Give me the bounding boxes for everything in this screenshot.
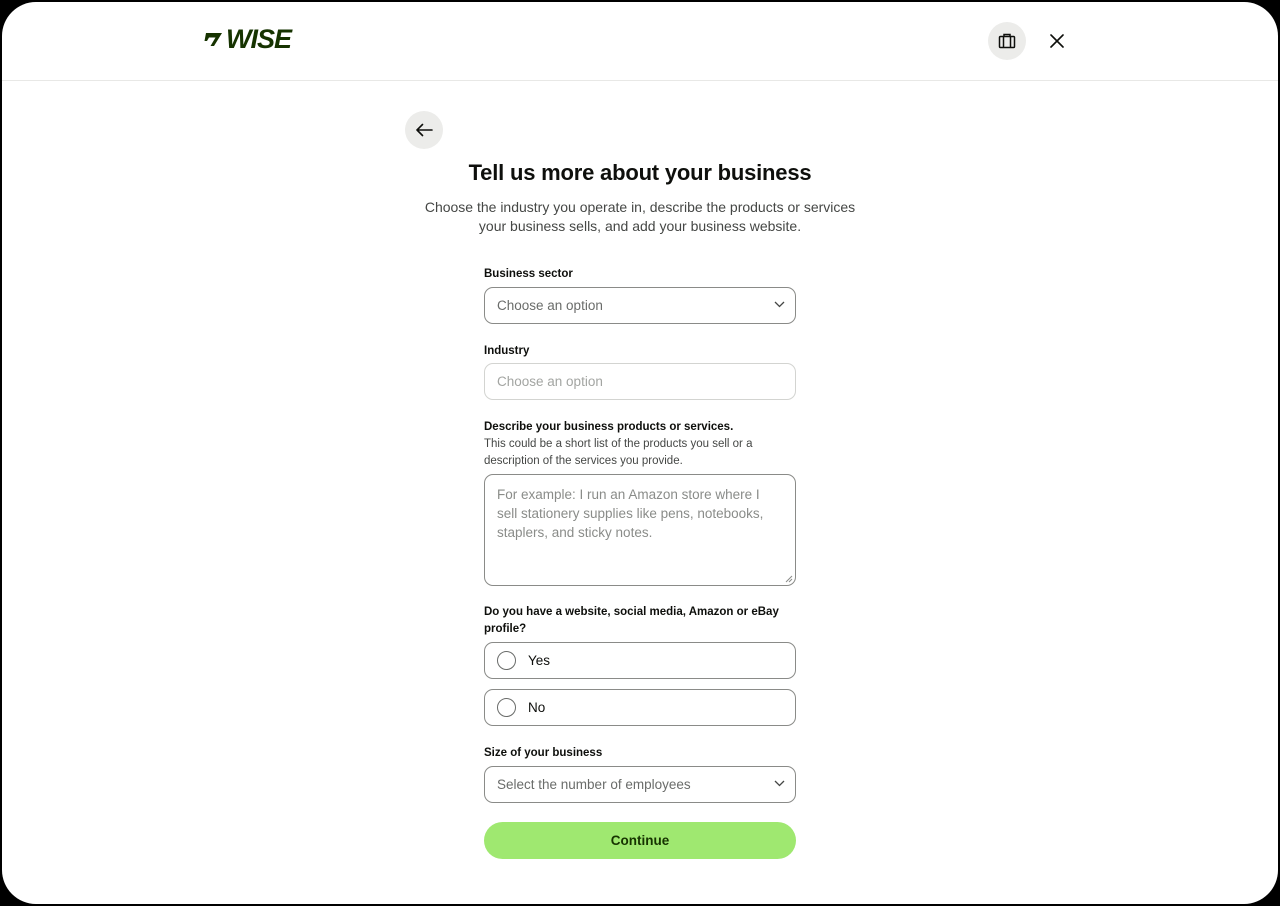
radio-label-yes: Yes: [528, 653, 551, 668]
radio-option-yes[interactable]: Yes: [484, 642, 796, 679]
business-account-button[interactable]: [988, 22, 1026, 60]
resize-grip-icon[interactable]: [785, 575, 793, 583]
chevron-down-icon: [774, 301, 785, 308]
website-question-label: Do you have a website, social media, Ama…: [484, 606, 779, 635]
continue-button[interactable]: Continue: [484, 822, 796, 859]
business-size-placeholder: Select the number of employees: [497, 777, 691, 792]
chevron-down-icon: [774, 780, 785, 787]
wise-flag-icon: [204, 33, 222, 46]
industry-select[interactable]: Choose an option: [484, 363, 796, 400]
business-sector-label: Business sector: [484, 268, 573, 280]
arrow-left-icon: [416, 123, 433, 137]
briefcase-icon: [998, 33, 1016, 49]
logo-text: WISE: [226, 24, 292, 54]
wise-logo[interactable]: WISE: [204, 24, 292, 54]
business-size-select[interactable]: Select the number of employees: [484, 766, 796, 803]
radio-button[interactable]: [497, 651, 516, 670]
description-label: Describe your business products or servi…: [484, 421, 734, 433]
radio-label-no: No: [528, 700, 546, 715]
radio-button[interactable]: [497, 698, 516, 717]
page-title: Tell us more about your business: [468, 160, 812, 185]
description-textarea[interactable]: For example: I run an Amazon store where…: [484, 474, 796, 586]
radio-option-no[interactable]: No: [484, 689, 796, 726]
page-subtitle: Choose the industry you operate in, desc…: [424, 199, 856, 234]
close-button[interactable]: [1044, 28, 1070, 54]
header: WISE: [2, 2, 1278, 81]
business-sector-select[interactable]: Choose an option: [484, 287, 796, 324]
business-size-label: Size of your business: [484, 747, 603, 759]
description-help: This could be a short list of the produc…: [484, 438, 753, 467]
back-button[interactable]: [405, 111, 443, 149]
business-sector-placeholder: Choose an option: [497, 298, 603, 313]
close-icon: [1050, 34, 1064, 48]
description-placeholder: For example: I run an Amazon store where…: [497, 487, 764, 540]
app-window: WISE Tell us more about your business Ch…: [2, 2, 1278, 904]
industry-label: Industry: [484, 345, 530, 357]
industry-placeholder: Choose an option: [497, 374, 603, 389]
